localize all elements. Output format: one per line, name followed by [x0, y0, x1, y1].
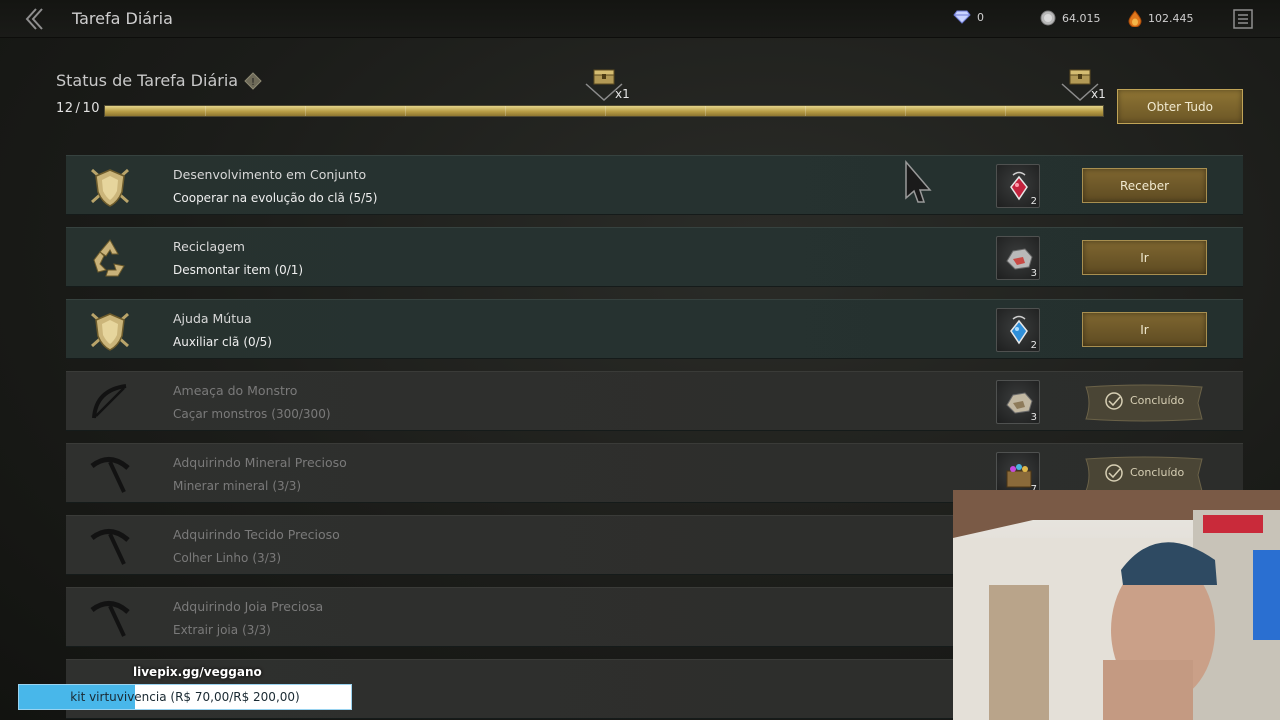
task-progress: (3/3) — [252, 551, 282, 565]
progress-tick — [405, 106, 406, 116]
task-name: Adquirindo Tecido Precioso — [173, 527, 340, 542]
daily-progress-fill — [105, 106, 1103, 116]
fire-gem-icon — [1128, 10, 1142, 27]
task-progress: (3/3) — [242, 623, 271, 637]
back-chevron-icon[interactable] — [22, 6, 48, 32]
task-description: Auxiliar clã (0/5) — [173, 335, 272, 349]
crossbow-icon — [86, 378, 134, 426]
progress-tick — [1005, 106, 1006, 116]
progress-tick — [305, 106, 306, 116]
daily-progress-bar — [104, 105, 1104, 117]
reward-quantity: 3 — [1030, 268, 1037, 279]
clan-shield-icon — [86, 306, 134, 354]
progress-tick — [605, 106, 606, 116]
fire-gem-amount: 102.445 — [1148, 12, 1194, 25]
reward-quantity: 2 — [1030, 196, 1037, 207]
diamond-amount: 0 — [977, 10, 984, 24]
task-name: Ajuda Mútua — [173, 311, 252, 326]
task-desc-text: Desmontar item — [173, 263, 271, 277]
donation-link: livepix.gg/veggano — [133, 665, 262, 679]
task-row-ajuda-mutua: Ajuda Mútua Auxiliar clã (0/5) 2 Ir — [66, 299, 1243, 359]
task-progress: (0/1) — [274, 263, 304, 277]
progress-tick — [805, 106, 806, 116]
reward-quantity: 2 — [1030, 340, 1037, 351]
task-description: Desmontar item (0/1) — [173, 263, 303, 277]
progress-tick — [705, 106, 706, 116]
task-desc-text: Minerar mineral — [173, 479, 269, 493]
task-count-total: 10 — [82, 101, 100, 116]
receive-button[interactable]: Receber — [1082, 168, 1207, 203]
task-progress: (5/5) — [348, 191, 378, 205]
reward-slot[interactable]: 3 — [996, 236, 1040, 280]
task-description: Cooperar na evolução do clã (5/5) — [173, 191, 378, 205]
go-button[interactable]: Ir — [1082, 240, 1207, 275]
svg-text:!: ! — [251, 77, 255, 88]
reward-slot[interactable]: 2 — [996, 308, 1040, 352]
task-desc-text: Cooperar na evolução do clã — [173, 191, 345, 205]
task-description: Extrair joia (3/3) — [173, 623, 271, 637]
donation-goal-text: kit virtuvivencia (R$ 70,00/R$ 200,00) — [70, 690, 300, 704]
task-row-ameaca-monstro: Ameaça do Monstro Caçar monstros (300/300… — [66, 371, 1243, 431]
pickaxe-icon — [86, 450, 134, 498]
task-row-reciclagem: Reciclagem Desmontar item (0/1) 3 Ir — [66, 227, 1243, 287]
task-progress: (300/300) — [271, 407, 331, 421]
diamond-icon — [953, 10, 971, 24]
recycle-icon — [86, 234, 134, 282]
task-progress: (3/3) — [272, 479, 302, 493]
donation-goal-bar: kit virtuvivencia (R$ 70,00/R$ 200,00) — [18, 684, 352, 710]
task-row-desenvolvimento: Desenvolvimento em Conjunto Cooperar na … — [66, 155, 1243, 215]
page-title: Tarefa Diária — [72, 9, 173, 28]
count-separator: / — [75, 101, 81, 116]
menu-icon[interactable] — [1231, 7, 1255, 31]
task-name: Ameaça do Monstro — [173, 383, 298, 398]
currency-diamond[interactable]: 0 — [953, 10, 984, 24]
reward-slot[interactable]: 2 — [996, 164, 1040, 208]
task-count-current: 12 — [56, 101, 74, 116]
task-description: Caçar monstros (300/300) — [173, 407, 331, 421]
silver-amount: 64.015 — [1062, 11, 1101, 25]
milestone-multiplier: x1 — [1091, 87, 1106, 101]
currency-silver[interactable]: 64.015 — [1040, 10, 1101, 26]
task-progress: (0/5) — [243, 335, 272, 349]
pickaxe-icon — [86, 594, 134, 642]
status-title: Status de Tarefa Diária — [56, 71, 239, 90]
task-description: Colher Linho (3/3) — [173, 551, 281, 565]
milestone-multiplier: x1 — [615, 87, 630, 101]
task-desc-text: Auxiliar clã — [173, 335, 240, 349]
clan-shield-icon — [86, 162, 134, 210]
task-desc-text: Extrair joia — [173, 623, 239, 637]
task-count: 12/10 — [56, 101, 100, 116]
silver-coin-icon — [1040, 10, 1056, 26]
info-icon[interactable]: ! — [244, 72, 262, 90]
milestone-chest-2[interactable]: x1 — [1060, 66, 1106, 104]
task-name: Reciclagem — [173, 239, 245, 254]
game-cursor-icon — [905, 160, 932, 203]
obtain-all-button[interactable]: Obter Tudo — [1117, 89, 1243, 124]
task-description: Minerar mineral (3/3) — [173, 479, 301, 493]
pickaxe-icon — [86, 522, 134, 570]
milestone-chest-1[interactable]: x1 — [584, 66, 630, 104]
reward-quantity: 3 — [1030, 412, 1037, 423]
completed-badge: Concluído — [1080, 381, 1208, 425]
task-name: Adquirindo Mineral Precioso — [173, 455, 347, 470]
task-desc-text: Caçar monstros — [173, 407, 268, 421]
task-name: Desenvolvimento em Conjunto — [173, 167, 367, 182]
reward-slot[interactable]: 3 — [996, 380, 1040, 424]
currency-fire-gem[interactable]: 102.445 — [1128, 10, 1194, 27]
task-desc-text: Colher Linho — [173, 551, 249, 565]
progress-tick — [505, 106, 506, 116]
completed-label: Concluído — [1130, 466, 1185, 479]
completed-label: Concluído — [1130, 394, 1185, 407]
go-button[interactable]: Ir — [1082, 312, 1207, 347]
progress-tick — [905, 106, 906, 116]
top-bar: Tarefa Diária 0 64.015 102.445 — [0, 0, 1280, 38]
webcam-overlay — [953, 490, 1280, 720]
task-name: Adquirindo Joia Preciosa — [173, 599, 324, 614]
progress-tick — [205, 106, 206, 116]
